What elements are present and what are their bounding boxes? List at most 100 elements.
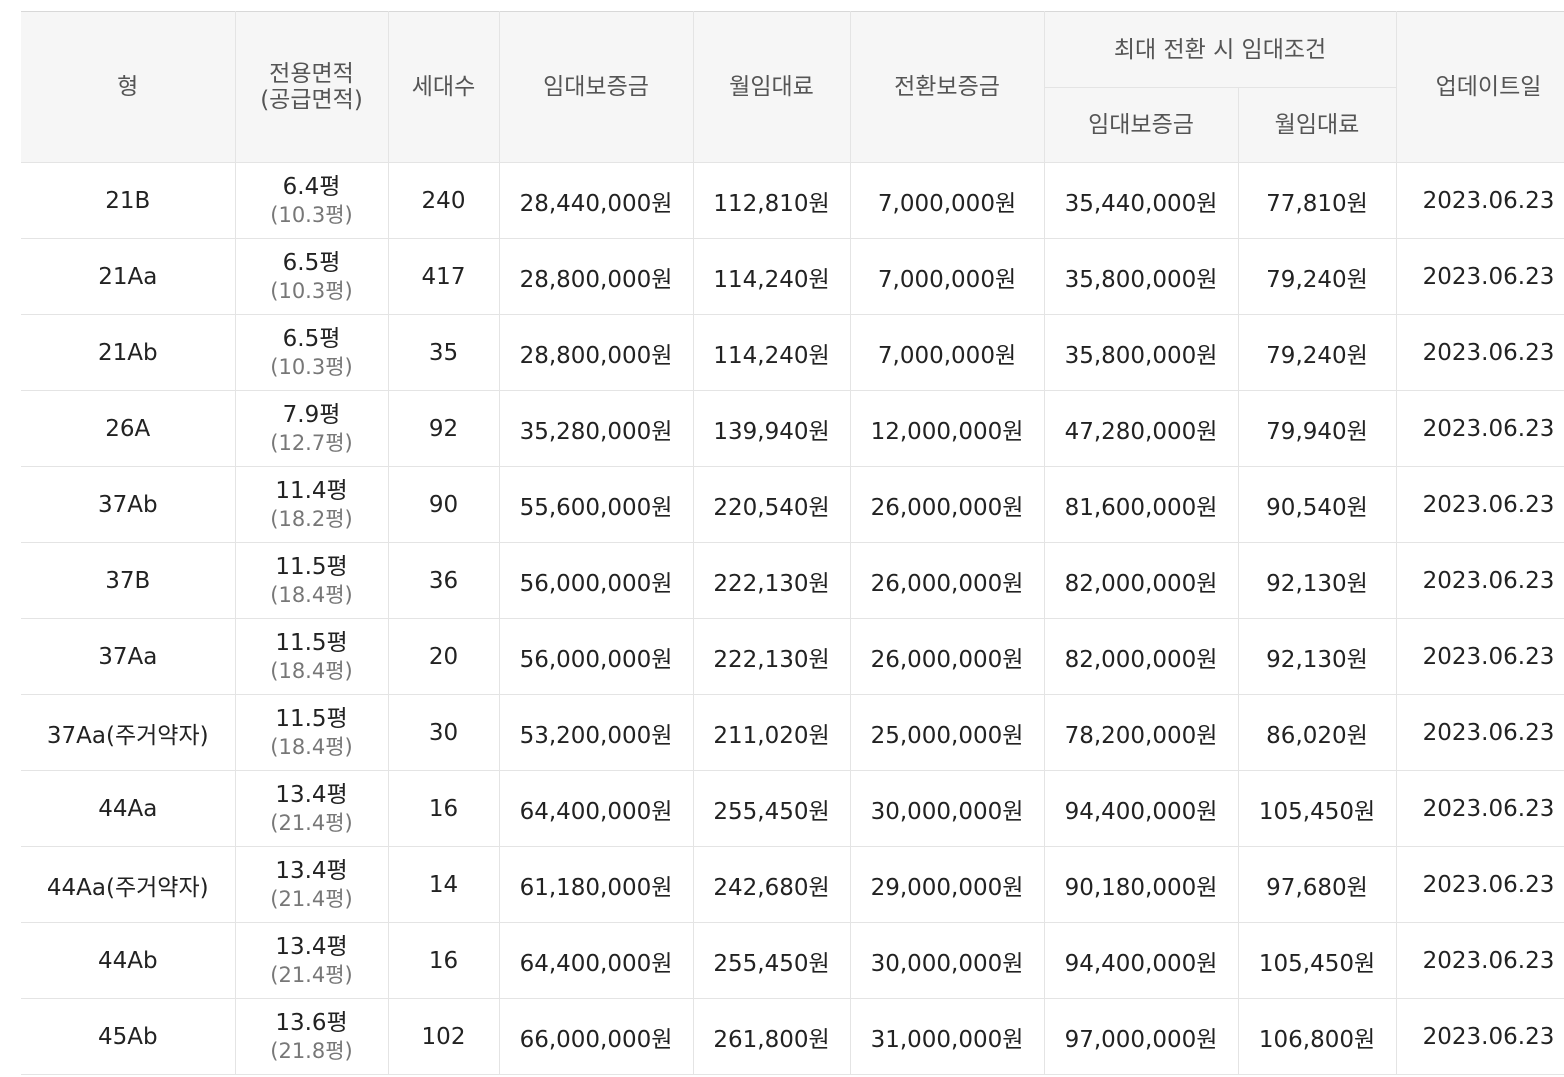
exclusive-area: 13.4평 [275, 933, 348, 960]
max-monthly-rent-cell: 106,800원 [1238, 998, 1397, 1075]
type-cell: 37Ab [21, 466, 236, 543]
type-cell: 44Aa [21, 770, 236, 847]
area-cell: 11.5평 (18.4평) [235, 694, 389, 771]
update-date-cell: 2023.06.23 [1396, 922, 1564, 999]
conversion-deposit-cell: 25,000,000원 [850, 694, 1045, 771]
type-cell: 21Aa [21, 238, 236, 315]
table-row: 21Aa 6.5평 (10.3평) 417 28,800,000원 114,240원 7,0… [21, 238, 1564, 315]
deposit-cell: 56,000,000원 [499, 542, 694, 619]
max-monthly-rent-cell: 105,450원 [1238, 770, 1397, 847]
conversion-deposit-cell: 7,000,000원 [850, 314, 1045, 391]
header-row-top: 형 전용면적 (공급면적) 세대수 임대보증금 월임대료 전환보증금 최대 전환… [21, 11, 1564, 163]
max-deposit-cell: 35,800,000원 [1044, 314, 1239, 391]
deposit-cell: 28,800,000원 [499, 238, 694, 315]
header-max-monthly-rent: 월임대료 [1238, 87, 1397, 163]
monthly-rent-cell: 211,020원 [693, 694, 851, 771]
monthly-rent-cell: 139,940원 [693, 390, 851, 467]
max-deposit-cell: 35,800,000원 [1044, 238, 1239, 315]
units-cell: 240 [388, 162, 500, 239]
area-cell: 11.5평 (18.4평) [235, 618, 389, 695]
max-deposit-cell: 94,400,000원 [1044, 770, 1239, 847]
update-date-cell: 2023.06.23 [1396, 618, 1564, 695]
max-monthly-rent-cell: 92,130원 [1238, 618, 1397, 695]
supply-area: (21.4평) [270, 886, 353, 911]
header-update-date: 업데이트일 [1396, 11, 1564, 163]
deposit-cell: 64,400,000원 [499, 922, 694, 999]
header-monthly-rent: 월임대료 [693, 11, 851, 163]
supply-area: (10.3평) [270, 202, 353, 227]
update-date-cell: 2023.06.23 [1396, 162, 1564, 239]
units-cell: 36 [388, 542, 500, 619]
area-cell: 7.9평 (12.7평) [235, 390, 389, 467]
type-cell: 21B [21, 162, 236, 239]
exclusive-area: 11.4평 [275, 477, 348, 504]
max-deposit-cell: 90,180,000원 [1044, 846, 1239, 923]
units-cell: 16 [388, 770, 500, 847]
conversion-deposit-cell: 26,000,000원 [850, 618, 1045, 695]
units-cell: 102 [388, 998, 500, 1075]
header-max-deposit: 임대보증금 [1044, 87, 1239, 163]
supply-area: (12.7평) [270, 430, 353, 455]
table-row: 37Aa(주거약자) 11.5평 (18.4평) 30 53,200,000원 211,0… [21, 694, 1564, 771]
table-row: 44Aa 13.4평 (21.4평) 16 64,400,000원 255,450원 30,… [21, 770, 1564, 847]
monthly-rent-cell: 222,130원 [693, 618, 851, 695]
type-cell: 37Aa(주거약자) [21, 694, 236, 771]
deposit-cell: 61,180,000원 [499, 846, 694, 923]
type-cell: 21Ab [21, 314, 236, 391]
conversion-deposit-cell: 7,000,000원 [850, 238, 1045, 315]
area-cell: 6.5평 (10.3평) [235, 238, 389, 315]
supply-area: (18.4평) [270, 582, 353, 607]
units-cell: 30 [388, 694, 500, 771]
table-row: 26A 7.9평 (12.7평) 92 35,280,000원 139,940원 12,00… [21, 390, 1564, 467]
units-cell: 90 [388, 466, 500, 543]
update-date-cell: 2023.06.23 [1396, 694, 1564, 771]
monthly-rent-cell: 261,800원 [693, 998, 851, 1075]
table-row: 44Ab 13.4평 (21.4평) 16 64,400,000원 255,450원 30,… [21, 922, 1564, 999]
monthly-rent-cell: 114,240원 [693, 238, 851, 315]
table-header: 형 전용면적 (공급면적) 세대수 임대보증금 월임대료 전환보증금 최대 전환… [21, 11, 1564, 163]
monthly-rent-cell: 114,240원 [693, 314, 851, 391]
area-cell: 13.6평 (21.8평) [235, 998, 389, 1075]
max-deposit-cell: 47,280,000원 [1044, 390, 1239, 467]
units-cell: 35 [388, 314, 500, 391]
area-cell: 13.4평 (21.4평) [235, 922, 389, 999]
monthly-rent-cell: 242,680원 [693, 846, 851, 923]
max-deposit-cell: 78,200,000원 [1044, 694, 1239, 771]
type-cell: 44Ab [21, 922, 236, 999]
update-date-cell: 2023.06.23 [1396, 770, 1564, 847]
area-cell: 13.4평 (21.4평) [235, 846, 389, 923]
units-cell: 417 [388, 238, 500, 315]
table-row: 44Aa(주거약자) 13.4평 (21.4평) 14 61,180,000원 242,6… [21, 846, 1564, 923]
units-cell: 20 [388, 618, 500, 695]
max-monthly-rent-cell: 105,450원 [1238, 922, 1397, 999]
table-row: 45Ab 13.6평 (21.8평) 102 66,000,000원 261,800원 31… [21, 998, 1564, 1075]
supply-area: (18.4평) [270, 734, 353, 759]
conversion-deposit-cell: 31,000,000원 [850, 998, 1045, 1075]
max-monthly-rent-cell: 79,240원 [1238, 238, 1397, 315]
conversion-deposit-cell: 30,000,000원 [850, 770, 1045, 847]
update-date-cell: 2023.06.23 [1396, 314, 1564, 391]
table-row: 37B 11.5평 (18.4평) 36 56,000,000원 222,130원 26,0… [21, 542, 1564, 619]
exclusive-area: 11.5평 [275, 629, 348, 656]
deposit-cell: 53,200,000원 [499, 694, 694, 771]
header-area: 전용면적 (공급면적) [235, 11, 389, 163]
table-row: 37Aa 11.5평 (18.4평) 20 56,000,000원 222,130원 26,… [21, 618, 1564, 695]
max-deposit-cell: 94,400,000원 [1044, 922, 1239, 999]
header-type: 형 [21, 11, 236, 163]
table-row: 21B 6.4평 (10.3평) 240 28,440,000원 112,810원 7,00… [21, 162, 1564, 239]
max-monthly-rent-cell: 79,940원 [1238, 390, 1397, 467]
max-monthly-rent-cell: 79,240원 [1238, 314, 1397, 391]
max-monthly-rent-cell: 92,130원 [1238, 542, 1397, 619]
exclusive-area: 13.4평 [275, 781, 348, 808]
monthly-rent-cell: 255,450원 [693, 922, 851, 999]
exclusive-area: 11.5평 [275, 705, 348, 732]
monthly-rent-cell: 222,130원 [693, 542, 851, 619]
deposit-cell: 64,400,000원 [499, 770, 694, 847]
deposit-cell: 55,600,000원 [499, 466, 694, 543]
supply-area: (10.3평) [270, 278, 353, 303]
header-deposit: 임대보증금 [499, 11, 694, 163]
deposit-cell: 28,800,000원 [499, 314, 694, 391]
exclusive-area: 7.9평 [282, 401, 341, 428]
type-cell: 37Aa [21, 618, 236, 695]
max-monthly-rent-cell: 86,020원 [1238, 694, 1397, 771]
